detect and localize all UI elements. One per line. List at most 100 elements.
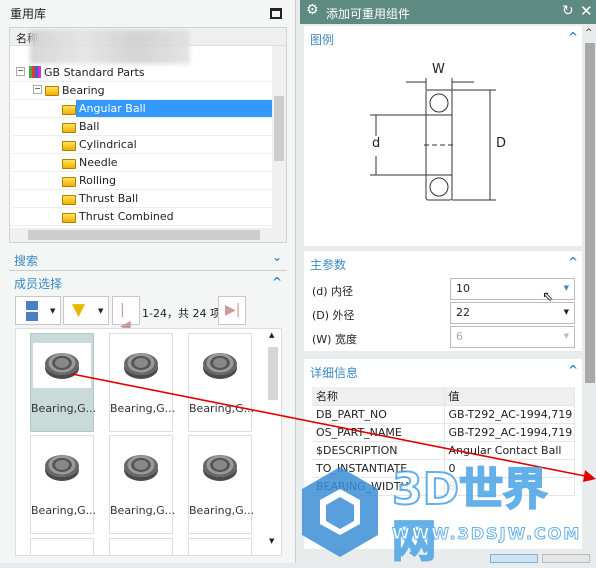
dialog-vertical-scrollbar[interactable]: ^ bbox=[584, 28, 596, 563]
member-tile[interactable]: Bearing,G... bbox=[188, 435, 254, 534]
table-row[interactable]: DB_PART_NO GB-T292_AC-1994,719 bbox=[312, 405, 575, 424]
tile-label: Bearing,G... bbox=[31, 504, 97, 517]
member-tile[interactable]: Bearing,G... bbox=[109, 333, 176, 432]
cell-value: GB-T292_AC-1994,719 bbox=[444, 405, 575, 424]
param-label: (W) 宽度 bbox=[312, 333, 357, 346]
library-tree: 名称 − GB Standard Parts − Bearing Angular… bbox=[9, 27, 287, 243]
details-header[interactable]: 详细信息 bbox=[310, 364, 358, 381]
tree-item-label: Rolling bbox=[79, 174, 117, 187]
folder-icon bbox=[62, 141, 76, 151]
dropdown-arrow-icon: ▼ bbox=[563, 284, 569, 292]
member-tile[interactable]: Bearing,G... bbox=[30, 333, 96, 432]
close-icon[interactable]: ✕ bbox=[580, 2, 593, 20]
tile-label: Bearing,G... bbox=[189, 402, 255, 415]
table-row[interactable]: OS_PART_NAME GB-T292_AC-1994,719 bbox=[312, 423, 575, 442]
tree-item-label: Bearing bbox=[62, 84, 105, 97]
dialog-title: 添加可重用组件 bbox=[326, 7, 411, 21]
ok-button[interactable] bbox=[490, 554, 538, 563]
tree-item-rolling[interactable]: Rolling bbox=[10, 172, 272, 190]
details-table: 名称值 DB_PART_NO GB-T292_AC-1994,719 OS_PAR… bbox=[312, 387, 575, 496]
panel-title: 重用库 bbox=[10, 7, 47, 21]
chevron-up-icon[interactable]: ^ bbox=[568, 255, 578, 269]
bearing-thumbnail bbox=[124, 455, 158, 477]
reset-icon[interactable]: ↻ bbox=[562, 3, 574, 19]
tree-item-label: GB Standard Parts bbox=[44, 66, 145, 79]
param-label: (d) 内径 bbox=[312, 285, 354, 298]
width-combo[interactable]: 6 ▼ bbox=[450, 326, 575, 348]
folder-icon bbox=[62, 105, 76, 115]
folder-icon bbox=[62, 159, 76, 169]
chevron-down-icon[interactable]: ⌄ bbox=[272, 250, 282, 264]
first-page-button[interactable]: |◀ bbox=[112, 296, 140, 334]
param-label: (D) 外径 bbox=[312, 309, 355, 322]
tree-item-thrust-ball[interactable]: Thrust Ball bbox=[10, 190, 272, 208]
last-page-button[interactable]: ▶| bbox=[218, 296, 246, 325]
outer-diameter-combo[interactable]: 22 ▼ bbox=[450, 302, 575, 324]
outer-diameter-label: D bbox=[496, 136, 507, 151]
bearing-thumbnail bbox=[203, 455, 237, 477]
inner-diameter-combo[interactable]: 10 ▼ bbox=[450, 278, 575, 300]
tree-item-thrust-combined[interactable]: Thrust Combined bbox=[10, 208, 272, 226]
search-section-header[interactable]: 搜索 bbox=[14, 252, 38, 269]
dialog-titlebar: ⚙ 添加可重用组件 ↻ ✕ bbox=[300, 0, 596, 24]
bearing-thumbnail bbox=[45, 353, 79, 375]
member-tile[interactable]: Bearing,G... bbox=[188, 333, 255, 432]
dropdown-arrow-icon: ▼ bbox=[563, 308, 569, 316]
view-mode-dropdown[interactable]: ▼ bbox=[15, 296, 61, 325]
folder-icon bbox=[62, 195, 76, 205]
dropdown-arrow-icon: ▼ bbox=[50, 307, 56, 315]
tile-label: Bearing,G... bbox=[110, 402, 176, 415]
library-books-icon bbox=[29, 66, 41, 78]
table-row[interactable]: TO_INSTANTIATE 0 bbox=[312, 459, 575, 478]
tree-item-bearing[interactable]: − Bearing bbox=[10, 82, 272, 100]
member-tile[interactable] bbox=[188, 538, 252, 555]
table-row[interactable]: BEARING_WIDTH 6 bbox=[312, 477, 575, 496]
folder-icon bbox=[62, 177, 76, 187]
combo-value: 22 bbox=[456, 306, 470, 319]
cell-name: OS_PART_NAME bbox=[312, 423, 445, 442]
cell-value: GB-T292_AC-1994,719 bbox=[444, 423, 575, 442]
width-label: W bbox=[432, 62, 445, 77]
main-parameters-header[interactable]: 主参数 bbox=[310, 256, 346, 273]
combo-value: 6 bbox=[456, 330, 463, 343]
column-header-name[interactable]: 名称 bbox=[312, 387, 445, 406]
add-reusable-component-dialog: ⚙ 添加可重用组件 ↻ ✕ 图例 ^ W d D ^ 主参数 ^ (d) 内径 … bbox=[300, 0, 596, 563]
member-tile[interactable] bbox=[30, 538, 94, 555]
cell-value: Angular Contact Ball bbox=[444, 441, 575, 460]
tree-horizontal-scrollbar[interactable] bbox=[10, 228, 286, 242]
member-tile[interactable] bbox=[109, 538, 173, 555]
mouse-cursor: ⇖ bbox=[542, 289, 554, 305]
tree-item-gb-standard-parts[interactable]: − GB Standard Parts bbox=[10, 64, 272, 82]
tree-item-needle[interactable]: Needle bbox=[10, 154, 272, 172]
pager-label: 1-24，共 24 项 bbox=[142, 307, 221, 320]
tree-vertical-scrollbar[interactable] bbox=[272, 46, 286, 228]
tree-item-angular-ball[interactable]: Angular Ball bbox=[10, 100, 272, 118]
filter-funnel-icon: ▼ bbox=[72, 300, 86, 320]
member-grid: Bearing,G... Bearing,G... Bearing,G... B… bbox=[15, 328, 282, 556]
member-selection-header[interactable]: 成员选择 bbox=[14, 275, 62, 292]
maximize-button[interactable] bbox=[270, 8, 282, 19]
collapse-icon[interactable]: − bbox=[16, 67, 25, 76]
tree-item-label: Thrust Combined bbox=[79, 210, 174, 223]
cell-value: 0 bbox=[444, 459, 575, 478]
combo-value: 10 bbox=[456, 282, 470, 295]
column-header-value[interactable]: 值 bbox=[444, 387, 575, 406]
tree-item-label: Thrust Ball bbox=[79, 192, 139, 205]
member-tile[interactable]: Bearing,G... bbox=[30, 435, 97, 534]
gear-icon[interactable]: ⚙ bbox=[306, 2, 319, 18]
legend-section: 图例 ^ W d D bbox=[304, 26, 582, 246]
chevron-up-icon[interactable]: ^ bbox=[272, 275, 282, 289]
tree-item-label: Angular Ball bbox=[76, 100, 272, 117]
tree-item-cylindrical[interactable]: Cylindrical bbox=[10, 136, 272, 154]
table-row[interactable]: $DESCRIPTION Angular Contact Ball bbox=[312, 441, 575, 460]
bearing-thumbnail bbox=[124, 353, 158, 375]
filter-dropdown[interactable]: ▼ ▼ bbox=[63, 296, 109, 325]
collapse-icon[interactable]: − bbox=[33, 85, 42, 94]
details-section: 详细信息 ^ 名称值 DB_PART_NO GB-T292_AC-1994,719… bbox=[304, 359, 582, 549]
member-tile[interactable]: Bearing,G... bbox=[109, 435, 175, 534]
dropdown-arrow-icon: ▼ bbox=[98, 307, 104, 315]
cancel-button[interactable] bbox=[542, 554, 590, 563]
grid-vertical-scrollbar[interactable]: ▲ ▼ bbox=[266, 331, 280, 553]
tree-item-ball[interactable]: Ball bbox=[10, 118, 272, 136]
chevron-up-icon[interactable]: ^ bbox=[568, 363, 578, 377]
